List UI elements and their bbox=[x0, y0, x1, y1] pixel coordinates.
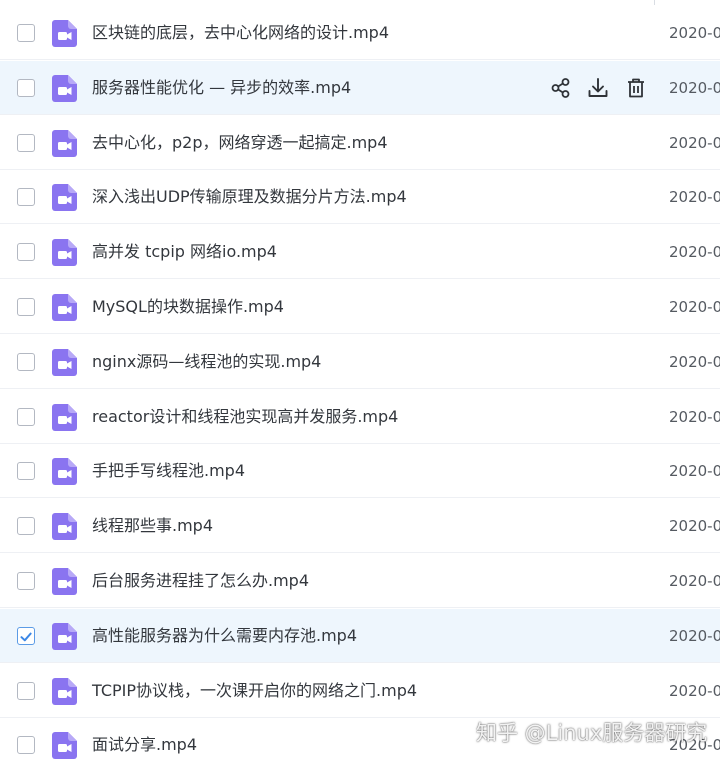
file-row[interactable]: MySQL的块数据操作.mp4 2020-0 bbox=[0, 280, 720, 334]
file-list: 区块链的底层，去中心化网络的设计.mp4 2020-0 服务器性能优化 — 异步… bbox=[0, 0, 720, 764]
row-checkbox[interactable] bbox=[17, 736, 35, 755]
video-file-icon bbox=[52, 239, 77, 267]
file-row[interactable]: 高性能服务器为什么需要内存池.mp4 2020-0 bbox=[0, 608, 720, 663]
file-date: 2020-0 bbox=[669, 24, 720, 42]
file-date: 2020-0 bbox=[669, 517, 720, 536]
file-date: 2020-0 bbox=[669, 626, 720, 645]
file-name[interactable]: 后台服务进程挂了怎么办.mp4 bbox=[92, 554, 309, 608]
file-row[interactable]: 去中心化，p2p，网络穿透一起搞定.mp4 2020-0 bbox=[0, 115, 720, 170]
row-checkbox[interactable] bbox=[17, 24, 35, 42]
row-checkbox[interactable] bbox=[17, 298, 35, 316]
video-file-icon bbox=[52, 513, 77, 541]
video-file-icon bbox=[52, 74, 77, 102]
row-checkbox[interactable] bbox=[17, 352, 35, 371]
delete-icon[interactable] bbox=[623, 75, 649, 101]
file-date: 2020-0 bbox=[669, 572, 720, 590]
file-row[interactable]: 区块链的底层，去中心化网络的设计.mp4 2020-0 bbox=[0, 6, 720, 60]
file-row[interactable]: 后台服务进程挂了怎么办.mp4 2020-0 bbox=[0, 554, 720, 608]
file-name[interactable]: 区块链的底层，去中心化网络的设计.mp4 bbox=[92, 6, 389, 60]
file-date: 2020-0 bbox=[669, 188, 720, 207]
video-file-icon bbox=[52, 677, 77, 705]
column-divider bbox=[654, 0, 655, 5]
video-file-icon bbox=[52, 294, 77, 321]
file-name[interactable]: 面试分享.mp4 bbox=[92, 718, 197, 764]
file-name[interactable]: 高并发 tcpip 网络io.mp4 bbox=[92, 225, 277, 279]
file-row[interactable]: nginx源码—线程池的实现.mp4 2020-0 bbox=[0, 334, 720, 389]
file-name[interactable]: TCPIP协议栈，一次课开启你的网络之门.mp4 bbox=[92, 664, 417, 718]
file-date: 2020-0 bbox=[669, 298, 720, 316]
video-file-icon bbox=[52, 184, 77, 212]
video-file-icon bbox=[52, 20, 77, 47]
file-name[interactable]: 服务器性能优化 — 异步的效率.mp4 bbox=[92, 61, 351, 115]
file-date: 2020-0 bbox=[669, 78, 720, 97]
file-name[interactable]: reactor设计和线程池实现高并发服务.mp4 bbox=[92, 390, 398, 444]
checkmark-icon bbox=[19, 629, 33, 643]
file-row[interactable]: 高并发 tcpip 网络io.mp4 2020-0 bbox=[0, 225, 720, 280]
row-checkbox[interactable] bbox=[17, 243, 35, 262]
file-row[interactable]: reactor设计和线程池实现高并发服务.mp4 2020-0 bbox=[0, 389, 720, 444]
file-name[interactable]: nginx源码—线程池的实现.mp4 bbox=[92, 335, 321, 389]
video-file-icon bbox=[52, 403, 77, 431]
share-icon[interactable] bbox=[548, 75, 574, 101]
file-name[interactable]: 去中心化，p2p，网络穿透一起搞定.mp4 bbox=[92, 116, 388, 170]
file-date: 2020-0 bbox=[669, 681, 720, 700]
video-file-icon bbox=[52, 129, 77, 157]
file-date: 2020-0 bbox=[669, 407, 720, 426]
video-file-icon bbox=[52, 348, 77, 376]
file-name[interactable]: 线程那些事.mp4 bbox=[92, 499, 213, 553]
file-name[interactable]: 高性能服务器为什么需要内存池.mp4 bbox=[92, 609, 357, 663]
row-checkbox[interactable] bbox=[17, 78, 35, 97]
row-checkbox[interactable] bbox=[17, 188, 35, 207]
file-name[interactable]: 深入浅出UDP传输原理及数据分片方法.mp4 bbox=[92, 170, 407, 224]
file-date: 2020-0 bbox=[669, 352, 720, 371]
video-file-icon bbox=[52, 622, 77, 650]
file-row[interactable]: 服务器性能优化 — 异步的效率.mp4 2020-0 bbox=[0, 60, 720, 115]
file-row[interactable]: 线程那些事.mp4 2020-0 bbox=[0, 499, 720, 554]
file-date: 2020-0 bbox=[669, 462, 720, 481]
row-checkbox[interactable] bbox=[17, 462, 35, 481]
file-date: 2020-0 bbox=[669, 736, 720, 755]
row-checkbox[interactable] bbox=[17, 626, 35, 645]
file-date: 2020-0 bbox=[669, 133, 720, 152]
file-row[interactable]: 手把手写线程池.mp4 2020-0 bbox=[0, 444, 720, 499]
row-checkbox[interactable] bbox=[17, 517, 35, 536]
file-name[interactable]: MySQL的块数据操作.mp4 bbox=[92, 280, 284, 334]
file-row[interactable]: TCPIP协议栈，一次课开启你的网络之门.mp4 2020-0 bbox=[0, 663, 720, 718]
row-checkbox[interactable] bbox=[17, 407, 35, 426]
video-file-icon bbox=[52, 568, 77, 595]
video-file-icon bbox=[52, 732, 77, 760]
video-file-icon bbox=[52, 458, 77, 486]
file-name[interactable]: 手把手写线程池.mp4 bbox=[92, 444, 245, 498]
file-row[interactable]: 面试分享.mp4 2020-0 bbox=[0, 718, 720, 764]
file-row[interactable]: 深入浅出UDP传输原理及数据分片方法.mp4 2020-0 bbox=[0, 170, 720, 225]
row-checkbox[interactable] bbox=[17, 133, 35, 152]
row-checkbox[interactable] bbox=[17, 572, 35, 590]
download-icon[interactable] bbox=[585, 75, 611, 101]
file-date: 2020-0 bbox=[669, 243, 720, 262]
row-checkbox[interactable] bbox=[17, 681, 35, 700]
